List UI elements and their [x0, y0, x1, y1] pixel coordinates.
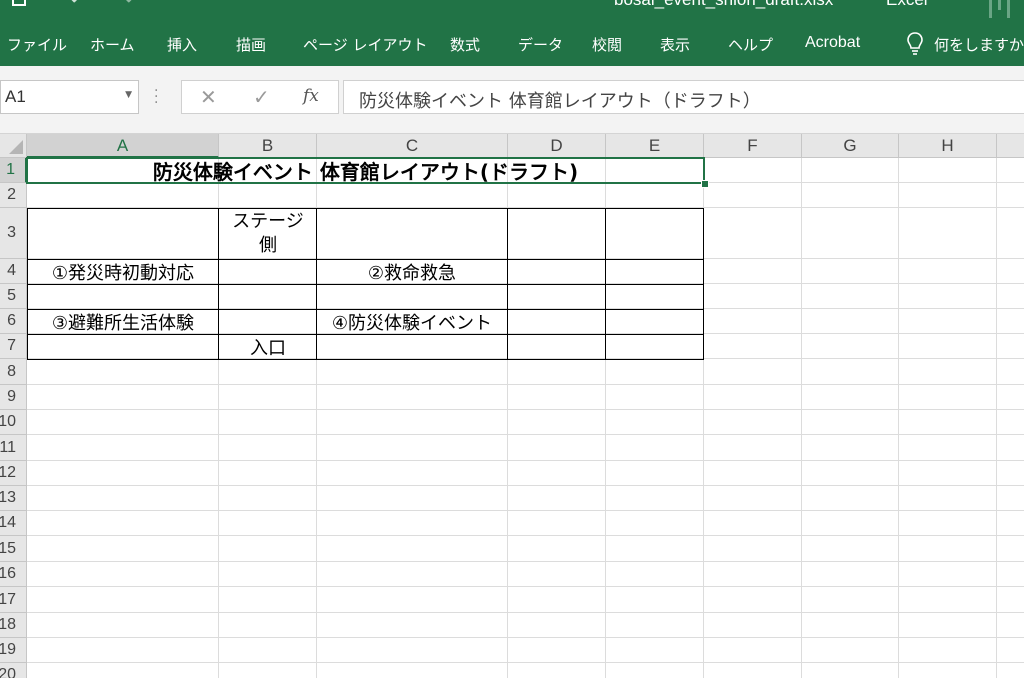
window-filename: bosai_event_shiori_draft.xlsx	[614, 0, 833, 10]
formula-bar-grip-icon[interactable]: · · ·	[154, 84, 158, 110]
formula-input[interactable]: 防災体験イベント 体育館レイアウト（ドラフト）	[343, 80, 1024, 114]
stage-label-line1: ステージ	[232, 211, 304, 232]
tab-formulas[interactable]: 数式	[450, 34, 480, 55]
tab-review[interactable]: 校閲	[592, 34, 622, 55]
tab-file[interactable]: ファイル	[7, 34, 67, 55]
name-box-value: A1	[5, 87, 26, 106]
tell-me-search[interactable]: 何をしますか	[906, 31, 1024, 57]
cell-a6-zone3[interactable]: ③避難所生活体験	[28, 310, 218, 334]
stage-label-line2: 側	[259, 235, 277, 256]
fill-handle[interactable]	[701, 180, 709, 188]
tab-page-layout[interactable]: ページ レイアウト	[303, 34, 427, 55]
cell-c6-zone4[interactable]: ④防災体験イベント	[317, 310, 507, 334]
tab-data[interactable]: データ	[518, 34, 563, 55]
enter-icon[interactable]: ✓	[253, 85, 270, 109]
table-borders	[27, 208, 704, 360]
save-icon[interactable]	[12, 0, 26, 6]
cell-c4-zone2[interactable]: ②救命救急	[317, 260, 507, 284]
tab-insert[interactable]: 挿入	[167, 34, 197, 55]
tab-acrobat[interactable]: Acrobat	[805, 34, 860, 52]
tell-me-label: 何をしますか	[934, 35, 1024, 54]
redo-icon[interactable]: ↷	[118, 0, 133, 11]
title-bar: ↶ ↷ bosai_event_shiori_draft.xlsx Excel	[0, 0, 1024, 22]
name-box-dropdown-icon[interactable]: ▼	[125, 90, 132, 100]
ribbon-tab-bar: ファイル ホーム 挿入 描画 ページ レイアウト 数式 データ 校閲 表示 ヘル…	[0, 22, 1024, 66]
formula-content: 防災体験イベント 体育館レイアウト（ドラフト）	[359, 91, 761, 112]
formula-buttons: ✕ ✓ fx	[181, 80, 339, 114]
tab-home[interactable]: ホーム	[90, 34, 135, 55]
tab-draw[interactable]: 描画	[236, 34, 266, 55]
active-cell-selection	[26, 157, 705, 184]
cell-b3-stage[interactable]: ステージ 側	[219, 209, 317, 259]
cancel-icon[interactable]: ✕	[200, 85, 217, 109]
undo-icon[interactable]: ↶	[70, 0, 85, 11]
formula-bar: A1 ▼ · · · ✕ ✓ fx 防災体験イベント 体育館レイアウト（ドラフト）	[0, 66, 1024, 134]
worksheet-grid[interactable]: A B C D E F G H 1 2 3 4 5 6 7 8 9 10 11 …	[0, 134, 1024, 678]
account-icon	[989, 0, 1010, 18]
insert-function-icon[interactable]: fx	[303, 86, 319, 106]
tab-help[interactable]: ヘルプ	[728, 34, 773, 55]
name-box[interactable]: A1 ▼	[0, 80, 139, 114]
tab-view[interactable]: 表示	[660, 34, 690, 55]
lightbulb-icon	[907, 32, 923, 55]
cell-a4-zone1[interactable]: ①発災時初動対応	[28, 260, 218, 284]
window-app-name: Excel	[886, 0, 928, 10]
cell-b7-entrance[interactable]: 入口	[219, 335, 317, 359]
